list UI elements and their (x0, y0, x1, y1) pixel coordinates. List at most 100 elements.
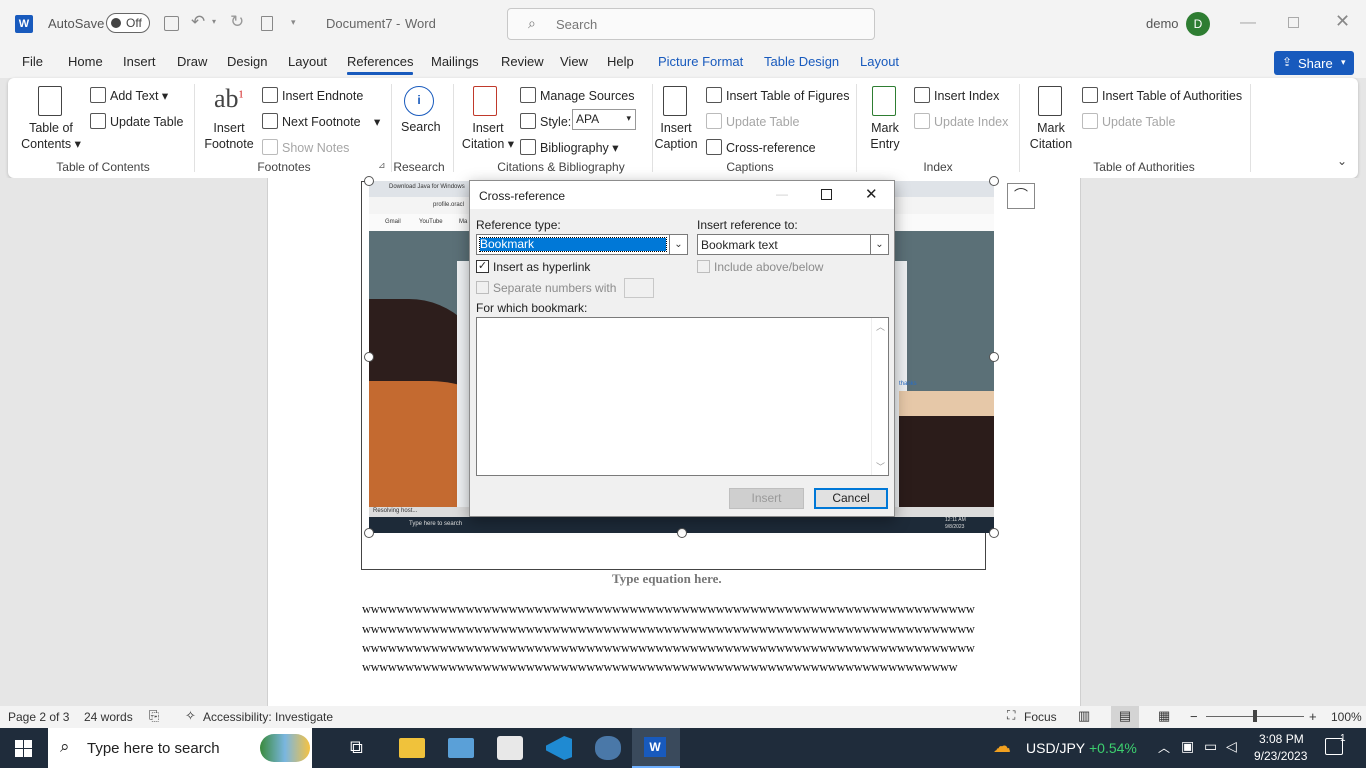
clock-time[interactable]: 3:08 PM (1259, 732, 1304, 746)
include-above-below-checkbox[interactable] (697, 260, 710, 273)
vscode-icon[interactable] (546, 736, 572, 760)
insert-caption-button[interactable]: Insert Caption (654, 120, 698, 152)
update-toc-button[interactable]: Update Table (90, 113, 183, 129)
style-select[interactable]: APA ▾ (572, 109, 636, 130)
zoom-in-button[interactable]: + (1309, 709, 1317, 724)
ticker-change[interactable]: +0.54% (1089, 740, 1137, 756)
tab-view[interactable]: View (560, 54, 588, 69)
bookmark-list-scrollbar[interactable]: ︿ ﹀ (871, 318, 888, 475)
java-icon[interactable] (497, 736, 523, 760)
proofing-icon[interactable]: ⎘ (149, 708, 159, 724)
taskbar-search-box[interactable]: ⌕ Type here to search (48, 728, 312, 768)
search-research-button[interactable]: Search (401, 120, 441, 134)
start-windows-icon[interactable] (15, 740, 32, 757)
update-toa-button[interactable]: Update Table (1082, 113, 1175, 129)
mark-citation-button[interactable]: Mark Citation (1026, 120, 1076, 152)
tab-picture-format[interactable]: Picture Format (658, 54, 743, 69)
save-icon[interactable] (164, 16, 179, 31)
tab-design[interactable]: Design (227, 54, 267, 69)
separate-numbers-input[interactable] (624, 278, 654, 298)
tab-help[interactable]: Help (607, 54, 634, 69)
network-icon[interactable]: ▭ (1204, 738, 1217, 755)
resize-handle[interactable] (989, 352, 999, 362)
tab-table-layout[interactable]: Layout (860, 54, 899, 69)
close-icon[interactable]: ✕ (1335, 11, 1350, 32)
table-of-contents-button[interactable]: Table of Contents ▾ (18, 120, 84, 152)
dialog-titlebar[interactable]: Cross-reference — ✕ (470, 181, 894, 209)
insert-footnote-button[interactable]: Insert Footnote (204, 120, 254, 152)
page-count[interactable]: Page 2 of 3 (8, 710, 69, 724)
file-explorer-icon[interactable] (399, 738, 425, 758)
dialog-maximize-icon[interactable] (821, 189, 832, 200)
tab-mailings[interactable]: Mailings (431, 54, 479, 69)
word-taskbar-button[interactable]: W (632, 728, 680, 768)
postgres-icon[interactable] (595, 736, 621, 760)
tab-table-design[interactable]: Table Design (764, 54, 839, 69)
bookmark-list[interactable]: ︿ ﹀ (476, 317, 889, 476)
cross-reference-button[interactable]: Cross-reference (706, 139, 816, 155)
tab-file[interactable]: File (22, 54, 43, 69)
show-notes-button[interactable]: Show Notes (262, 139, 349, 155)
dialog-minimize-icon[interactable]: — (776, 187, 788, 201)
insert-hyperlink-checkbox[interactable]: ✓ (476, 260, 489, 273)
ribbon-collapse-icon[interactable]: ⌄ (1337, 154, 1347, 168)
insert-citation-button[interactable]: Insert Citation ▾ (460, 120, 516, 152)
restore-icon[interactable] (1288, 17, 1299, 28)
pc-icon[interactable] (448, 738, 474, 758)
clock-date[interactable]: 9/23/2023 (1254, 749, 1307, 763)
tab-draw[interactable]: Draw (177, 54, 207, 69)
show-hidden-icons[interactable]: ︿ (1158, 739, 1170, 756)
zoom-slider-thumb[interactable] (1253, 710, 1257, 722)
tab-layout[interactable]: Layout (288, 54, 327, 69)
qat-customize-icon[interactable]: ▾ (291, 17, 296, 28)
mark-entry-button[interactable]: Mark Entry (864, 120, 906, 152)
separate-numbers-checkbox[interactable] (476, 281, 489, 294)
tab-references[interactable]: References (347, 54, 414, 75)
resize-handle[interactable] (989, 528, 999, 538)
resize-handle[interactable] (364, 352, 374, 362)
reference-type-select[interactable]: Bookmark ⌄ (476, 234, 688, 255)
autosave-toggle[interactable]: Off (106, 13, 150, 33)
read-mode-icon[interactable]: ▥ (1078, 708, 1090, 724)
update-index-button[interactable]: Update Index (914, 113, 1008, 129)
undo-dropdown-icon[interactable]: ▾ (212, 17, 216, 26)
next-footnote-button[interactable]: Next Footnote ▾ (262, 113, 380, 129)
scroll-down-icon[interactable]: ﹀ (876, 460, 885, 473)
tab-review[interactable]: Review (501, 54, 544, 69)
update-figures-table-button[interactable]: Update Table (706, 113, 799, 129)
redo-icon[interactable]: ↻ (230, 12, 244, 32)
focus-button[interactable]: Focus (1024, 710, 1057, 724)
dialog-close-icon[interactable]: ✕ (865, 185, 878, 203)
insert-reference-to-select[interactable]: Bookmark text ⌄ (697, 234, 889, 255)
avatar[interactable]: D (1186, 12, 1210, 36)
layout-options-icon[interactable]: ⌒ (1007, 183, 1035, 209)
resize-handle[interactable] (364, 176, 374, 186)
zoom-level[interactable]: 100% (1331, 710, 1362, 724)
volume-icon[interactable]: ◁ (1226, 738, 1237, 755)
battery-icon[interactable]: ▣ (1181, 738, 1194, 755)
accessibility-status[interactable]: Accessibility: Investigate (203, 710, 333, 724)
bibliography-button[interactable]: Bibliography ▾ (520, 139, 619, 155)
insert-endnote-button[interactable]: Insert Endnote (262, 87, 363, 103)
ticker-name[interactable]: USD/JPY (1026, 740, 1085, 756)
tab-insert[interactable]: Insert (123, 54, 156, 69)
share-button[interactable]: ⇪ Share ▾ (1274, 51, 1354, 75)
web-layout-icon[interactable]: ▦ (1158, 708, 1170, 724)
new-doc-icon[interactable] (261, 16, 273, 31)
print-layout-icon[interactable]: ▤ (1111, 706, 1139, 728)
word-count[interactable]: 24 words (84, 710, 133, 724)
resize-handle[interactable] (989, 176, 999, 186)
footnotes-launcher-icon[interactable]: ⊿ (378, 160, 386, 171)
resize-handle[interactable] (364, 528, 374, 538)
equation-placeholder[interactable]: Type equation here. (612, 571, 722, 587)
undo-icon[interactable]: ↶ (191, 12, 205, 32)
tab-home[interactable]: Home (68, 54, 103, 69)
add-text-button[interactable]: Add Text ▾ (90, 87, 168, 103)
cancel-button[interactable]: Cancel (814, 488, 888, 509)
scroll-up-icon[interactable]: ︿ (876, 320, 885, 333)
insert-toa-button[interactable]: Insert Table of Authorities (1082, 87, 1242, 103)
zoom-out-button[interactable]: − (1190, 709, 1198, 724)
zoom-slider[interactable] (1206, 710, 1304, 722)
resize-handle[interactable] (677, 528, 687, 538)
insert-button[interactable]: Insert (729, 488, 804, 509)
